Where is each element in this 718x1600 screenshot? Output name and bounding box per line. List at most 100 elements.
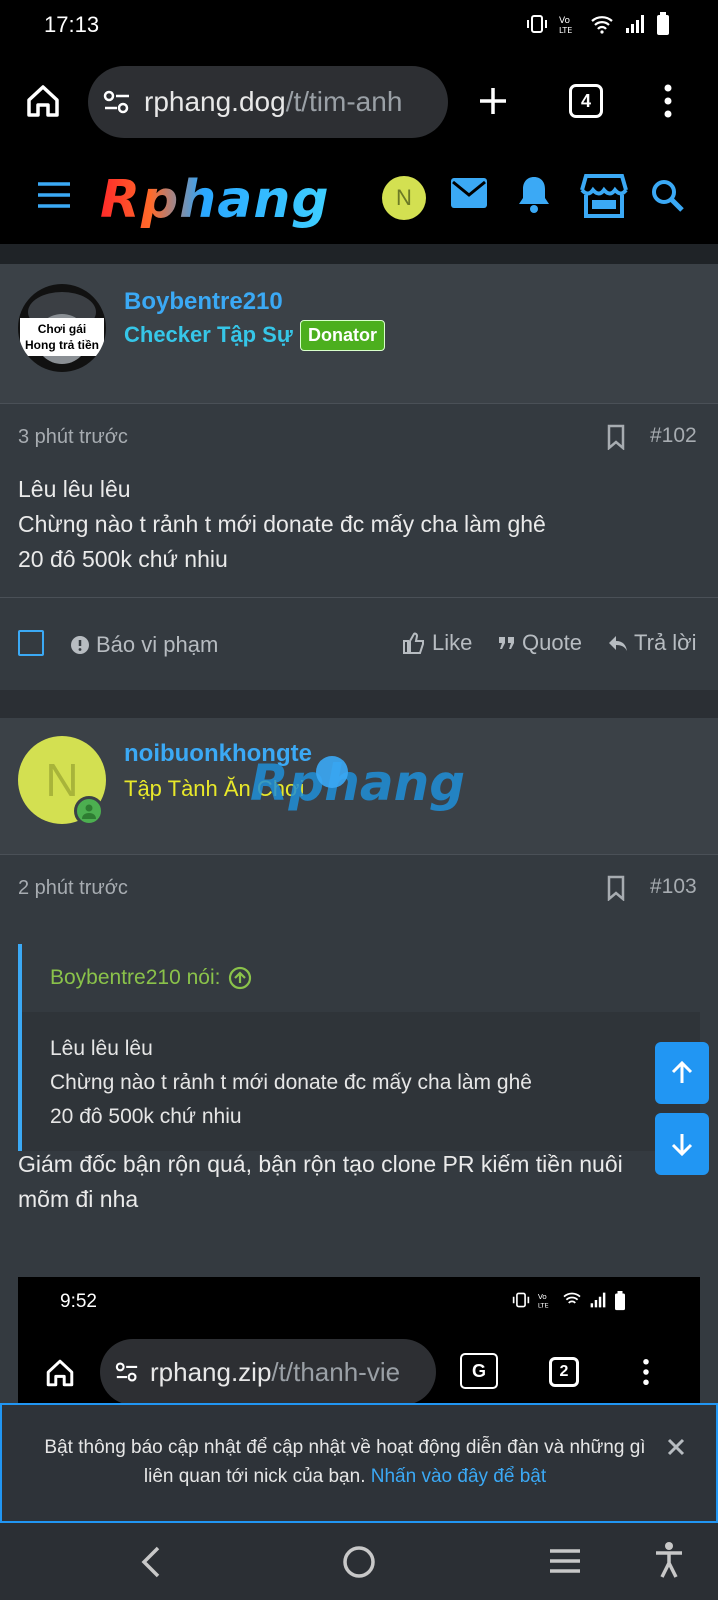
recents-icon[interactable] [548,1547,582,1575]
wifi-icon [591,16,613,34]
embedded-home-icon [44,1357,76,1389]
new-tab-icon[interactable] [476,84,510,118]
quote-line: 20 đô 500k chứ nhiu [50,1105,242,1128]
post-103-time[interactable]: 2 phút trước [18,877,128,900]
watermark-badge-icon [316,756,348,788]
reply-label: Trả lời [634,630,697,655]
quote-line: Lêu lêu lêu [50,1037,153,1060]
more-menu-icon[interactable] [663,82,673,120]
quote-button[interactable]: Quote [498,630,582,656]
home-icon[interactable] [24,82,62,120]
post-103-body: Giám đốc bận rộn quá, bận rộn tạo clone … [18,1147,623,1217]
quote-block: Boybentre210 nói: Lêu lêu lêu Chừng nào … [18,944,700,1151]
report-button[interactable]: Báo vi phạm [70,632,218,658]
vibrate-icon [527,15,547,33]
back-icon[interactable] [140,1545,162,1579]
post-102-time[interactable]: 3 phút trước [18,426,128,449]
user-avatar[interactable]: N [382,176,426,220]
push-notification-banner: Bật thông báo cập nhật để cập nhật về ho… [0,1403,718,1523]
like-button[interactable]: Like [402,630,472,656]
post-line: 20 đô 500k chứ nhiu [18,546,228,572]
avatar-caption-line1: Chơi gái [37,322,87,336]
volte-icon: VoLTE [559,16,572,35]
quote-line: Chừng nào t rảnh t mới donate đc mấy cha… [50,1071,532,1094]
quote-author[interactable]: Boybentre210 nói: [50,966,220,990]
store-icon[interactable] [578,172,630,220]
home-nav-icon[interactable] [342,1545,376,1579]
avatar-caption-line2: Hong trả tiền [25,338,99,352]
notice-message: Bật thông báo cập nhật để cập nhật về ho… [44,1437,646,1487]
header-shadow [0,244,718,264]
system-navigation-bar [0,1523,718,1600]
bookmark-icon[interactable] [606,424,626,450]
reply-icon [609,636,627,651]
svg-text:LTE: LTE [559,26,572,35]
donator-badge: Donator [300,320,385,351]
embedded-tab-count: 2 [549,1357,579,1387]
embedded-screenshot-image[interactable]: 9:52 Vo LTE rphang.zip/t/thanh-vie G 2 [18,1277,700,1403]
mail-icon[interactable] [450,176,488,210]
post-102-user-block: Chơi gái Hong trả tiền Boybentre210 Chec… [0,264,718,404]
like-label: Like [432,630,473,655]
quote-label: Quote [522,630,582,655]
embedded-status-icons: Vo LTE [512,1291,626,1311]
url-path: /t/tim-anh [285,86,403,117]
enable-notifications-link[interactable]: Nhấn vào đây để bật [371,1466,546,1487]
arrow-down-icon [671,1134,693,1157]
search-icon[interactable] [650,178,686,214]
quote-body: Lêu lêu lêu Chừng nào t rảnh t mới donat… [22,1012,700,1154]
post-102-number[interactable]: #102 [650,424,697,448]
tab-switcher-button[interactable]: 4 [569,84,603,118]
scroll-bottom-button[interactable] [655,1113,709,1175]
embedded-more-icon [642,1357,650,1387]
post-gap [0,690,718,718]
online-status-icon [74,796,104,826]
bell-icon[interactable] [516,174,552,214]
close-icon[interactable] [666,1437,686,1457]
embedded-translate-icon: G [460,1353,498,1389]
site-settings-icon[interactable] [102,89,132,115]
browser-toolbar: rphang.dog/t/tim-anh 4 [0,52,718,152]
site-logo[interactable]: Rphang [100,170,330,230]
divider [0,597,718,598]
embedded-url-path: /t/thanh-vie [271,1356,401,1387]
watermark-logo: Rphang [250,754,466,812]
embedded-address-bar: rphang.zip/t/thanh-vie [100,1339,436,1403]
scroll-top-button[interactable] [655,1042,709,1104]
status-icons: Vo LTE [526,12,670,36]
post-103: 2 phút trước #103 Boybentre210 nói: Lêu … [0,855,718,1403]
quote-header[interactable]: Boybentre210 nói: [22,944,700,1012]
post-line: Giám đốc bận rộn quá, bận rộn tạo clone … [18,1151,623,1177]
post-102-username[interactable]: Boybentre210 [124,288,283,316]
svg-text:Vo: Vo [538,1292,547,1301]
post-102-avatar[interactable]: Chơi gái Hong trả tiền [18,284,106,372]
select-checkbox[interactable] [18,630,44,656]
thumbs-up-icon [403,632,424,654]
post-102-body: Lêu lêu lêu Chừng nào t rảnh t mới donat… [18,472,546,577]
post-102-user-title: Checker Tập Sự [124,322,293,347]
accessibility-icon[interactable] [654,1541,684,1579]
alert-icon [71,636,89,654]
notice-text: Bật thông báo cập nhật để cập nhật về ho… [30,1433,660,1491]
site-header: Rphang N [0,152,718,244]
svg-text:LTE: LTE [538,1301,549,1309]
jump-up-icon[interactable] [228,966,252,990]
status-bar: 17:13 Vo LTE [0,0,718,52]
report-label: Báo vi phạm [96,632,219,657]
embedded-time: 9:52 [60,1291,97,1312]
post-102: 3 phút trước #102 Lêu lêu lêu Chừng nào … [0,404,718,690]
post-line: mõm đi nha [18,1186,139,1212]
post-line: Lêu lêu lêu [18,476,131,502]
bookmark-icon[interactable] [606,875,626,901]
reply-button[interactable]: Trả lời [608,630,697,656]
arrow-up-icon [671,1060,693,1083]
post-103-number[interactable]: #103 [650,875,697,899]
hamburger-menu-icon[interactable] [36,180,72,210]
battery-icon [657,12,669,35]
url-host: rphang.dog [144,86,286,117]
svg-text:Vo: Vo [559,16,570,26]
url-text: rphang.dog/t/tim-anh [144,86,434,118]
post-line: Chừng nào t rảnh t mới donate đc mấy cha… [18,511,546,537]
address-bar[interactable]: rphang.dog/t/tim-anh [88,66,448,138]
status-time: 17:13 [44,12,100,37]
